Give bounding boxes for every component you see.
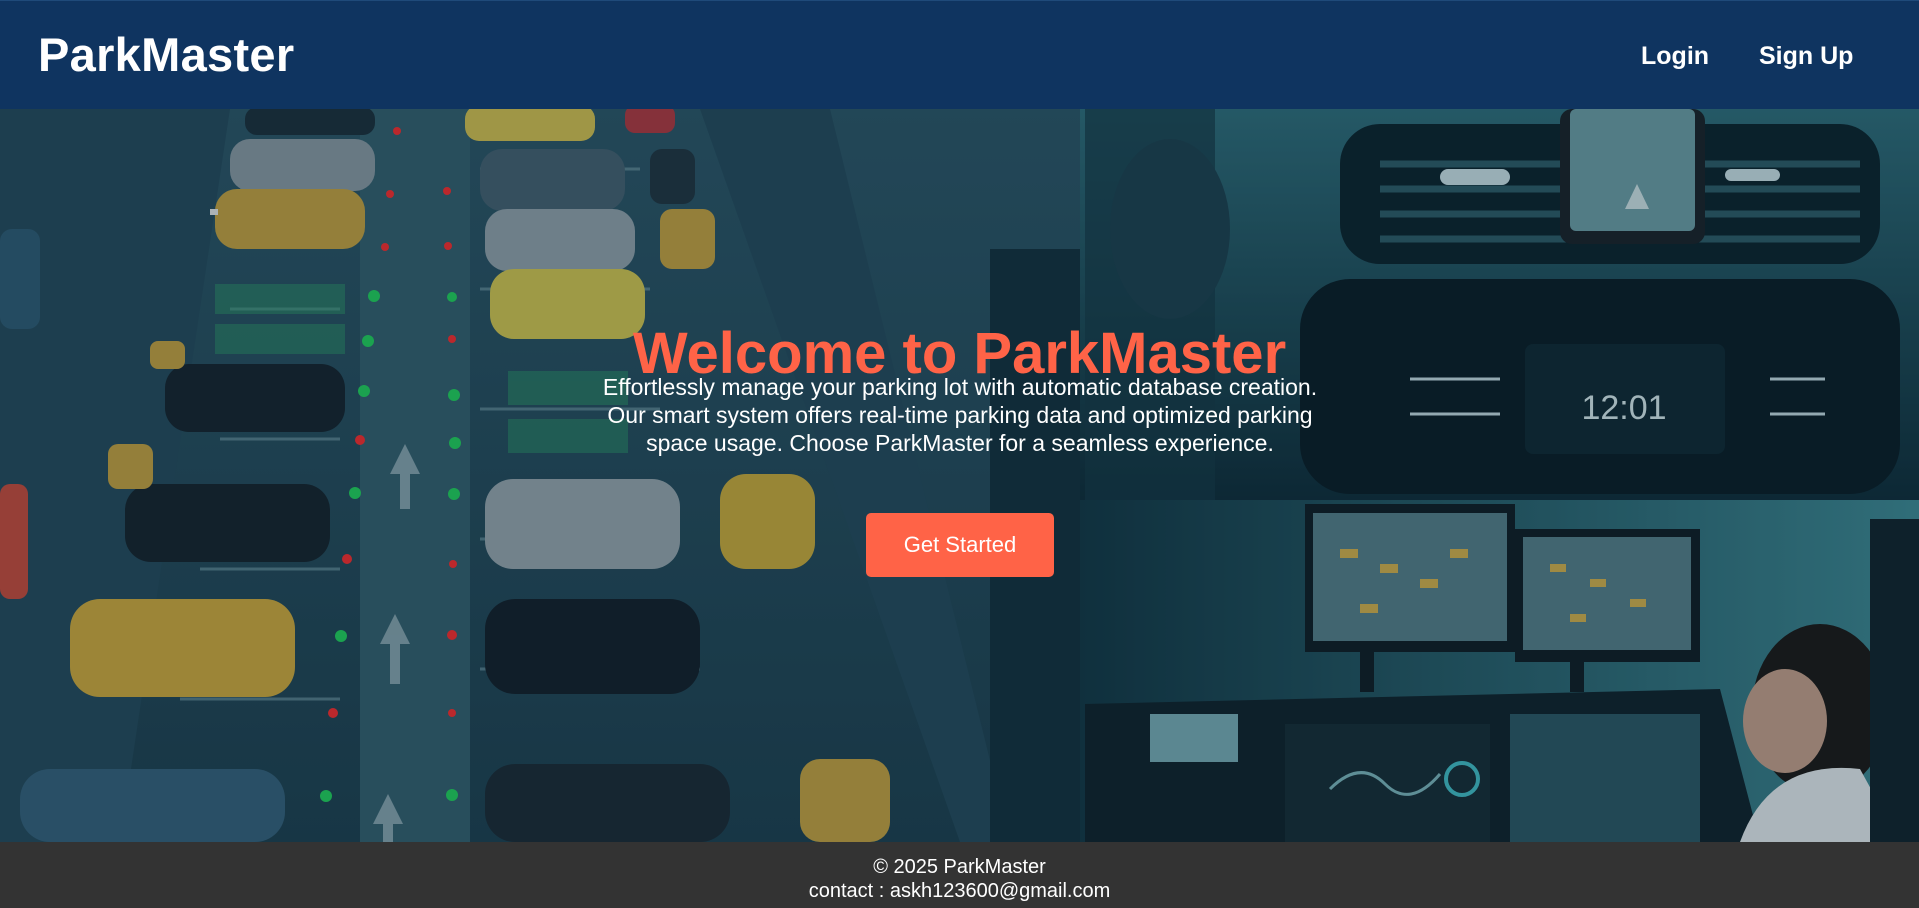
brand-logo[interactable]: ParkMaster [38,27,294,82]
hero-description-line: space usage. Choose ParkMaster for a sea… [646,430,1274,456]
login-link[interactable]: Login [1641,42,1709,71]
hero-description-line: Effortlessly manage your parking lot wit… [602,374,1318,400]
hero-background-image: 12:01 [0,109,1919,842]
footer: © 2025 ParkMaster contact : askh123600@g… [0,842,1919,908]
hero-section: 12:01 Welcome to ParkMaster Effortlessly… [0,109,1919,842]
sign-up-link[interactable]: Sign Up [1759,42,1853,71]
navbar: ParkMaster Login Sign Up [0,0,1919,109]
hero-description: Effortlessly manage your parking lot wit… [580,373,1340,457]
hero-description-line: Our smart system offers real-time parkin… [607,402,1313,428]
footer-copyright: © 2025 ParkMaster [873,856,1046,878]
get-started-button[interactable]: Get Started [866,513,1054,577]
footer-contact: contact : askh123600@gmail.com [808,880,1111,902]
